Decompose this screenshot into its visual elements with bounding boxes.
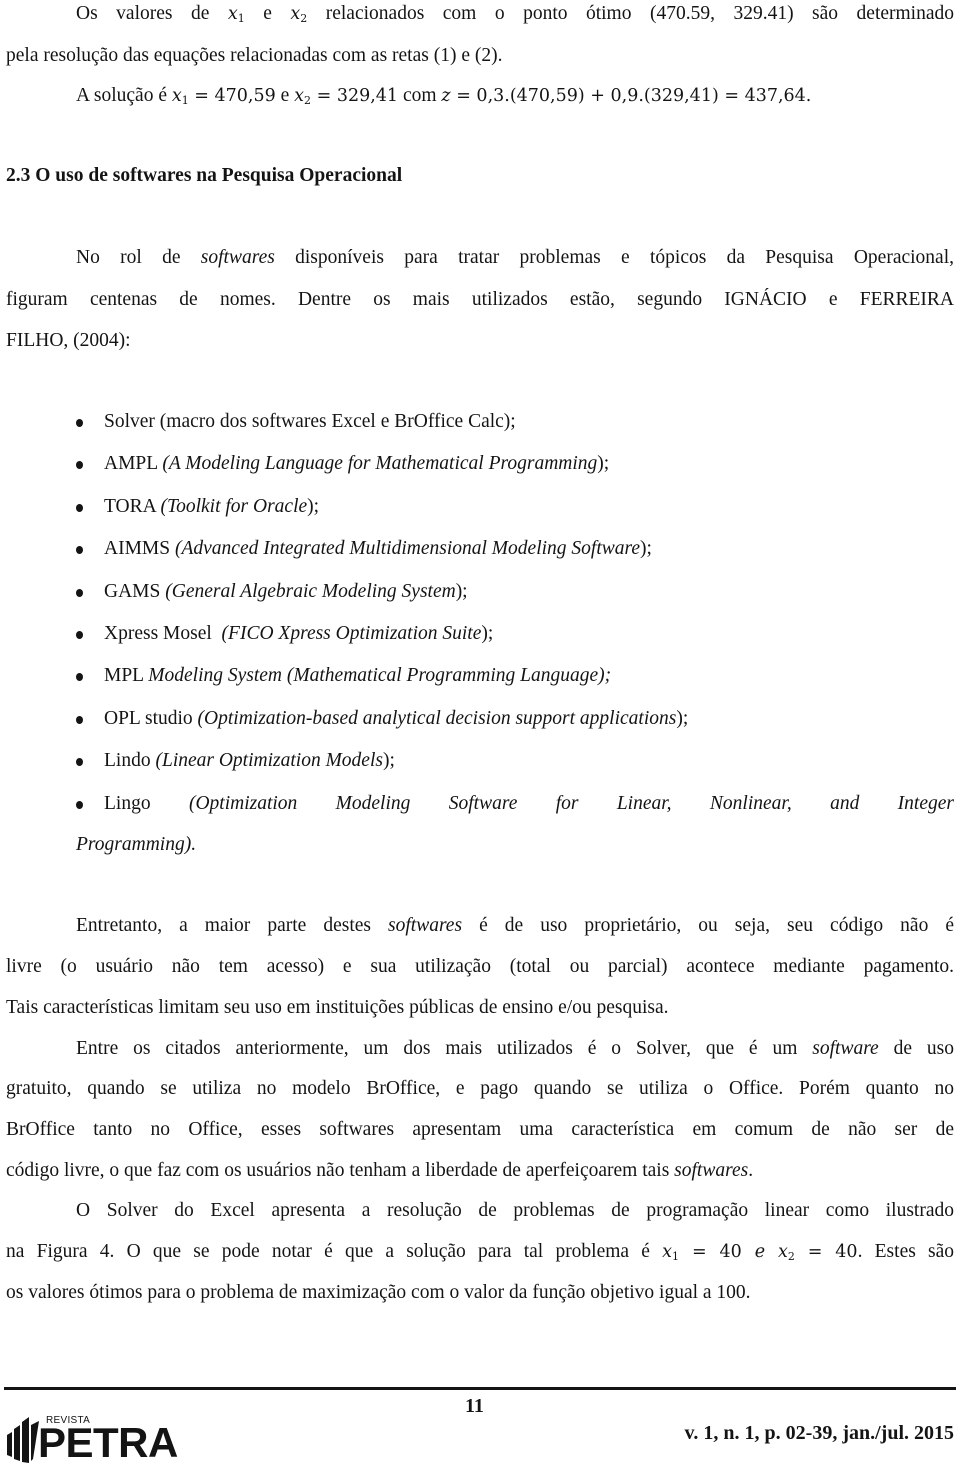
list-item-continuation: Programming). [76,834,197,855]
paragraph-4-line-3: BrOffice tanto no Office, esses software… [6,1119,954,1140]
text-run: . Estes são [857,1241,954,1262]
italic-term: softwares [388,915,463,936]
math-x2-value: x2 = 329,41 [294,86,399,107]
list-item: Lingo (Optimization Modeling Software fo… [76,792,954,834]
intro-paragraph-line-1: Os valores de x1 e x2 relacionados com o… [76,2,954,26]
logo-title: PETRA [38,1419,178,1466]
text-run: é de uso proprietário, ou seja, seu códi… [462,915,954,936]
list-item: Solver (macro dos softwares Excel e BrOf… [76,410,954,452]
math-x1: x1 [227,4,245,25]
list-item: Xpress Mosel (FICO Xpress Optimization S… [76,622,954,664]
list-item: AMPL (A Modeling Language for Mathematic… [76,452,954,494]
list-item: MPL Modeling System (Mathematical Progra… [76,664,954,706]
journal-logo: REVISTA PETRA [6,1413,196,1465]
intro-paragraph-line-2: pela resolução das equações relacionadas… [6,45,503,66]
list-item: TORA (Toolkit for Oracle); [76,495,954,537]
footer-divider [4,1387,956,1390]
math-solution-figure4: x1 = 40 e x2 = 40 [662,1242,858,1263]
paragraph-3-line-2: livre (o usuário não tem acesso) e sua u… [6,956,954,977]
math-solution: x1 = 470,59 [171,86,276,107]
section-intro-line-3: FILHO, (2004): [6,330,131,351]
paragraph-4-line-1: Entre os citados anteriormente, um dos m… [76,1037,954,1061]
text-run: disponíveis para tratar problemas e tópi… [274,247,954,268]
text-run: com [398,85,442,106]
section-heading: 2.3 O uso de softwares na Pesquisa Opera… [6,165,403,186]
paragraph-5-line-2: na Figura 4. O que se pode notar é que a… [6,1240,954,1264]
text-run: e [244,3,291,24]
paragraph-5-line-1: O Solver do Excel apresenta a resolução … [76,1200,954,1221]
document-page: Os valores de x1 e x2 relacionados com o… [0,0,960,1470]
text-run: No rol de [76,247,201,268]
paragraph-5-line-3: os valores ótimos para o problema de max… [6,1282,751,1303]
math-objective: z = 0,3.(470,59) + 0,9.(329,41) = 437,64… [441,86,812,106]
italic-term: softwares [674,1160,749,1181]
section-intro-line-2: figuram centenas de nomes. Dentre os mai… [6,289,954,310]
logo-mark-icon [7,1417,39,1463]
solution-line: A solução é x1 = 470,59 e x2 = 329,41 co… [76,84,954,113]
paragraph-3-line-3: Tais características limitam seu uso em … [6,997,669,1018]
text-run: . [748,1160,754,1181]
page-number: 11 [465,1395,484,1417]
section-intro-line-1: No rol de softwares disponíveis para tra… [76,246,954,270]
list-item: Lindo (Linear Optimization Models); [76,749,954,791]
italic-term: softwares [200,247,275,268]
text-run: Entre os citados anteriormente, um dos m… [76,1038,813,1059]
italic-term: software [812,1038,879,1059]
software-list: Solver (macro dos softwares Excel e BrOf… [76,410,954,834]
journal-citation: v. 1, n. 1, p. 02-39, jan./jul. 2015 [684,1422,954,1444]
text-run: Os valores de [76,3,228,24]
text-run: A solução é [76,85,172,106]
math-x2: x2 [290,4,308,25]
paragraph-4-line-4: código livre, o que faz com os usuários … [6,1159,954,1183]
paragraph-4-line-2: gratuito, quando se utiliza no modelo Br… [6,1078,954,1099]
text-run: de uso [878,1038,954,1059]
list-item: AIMMS (Advanced Integrated Multidimensio… [76,537,954,579]
text-run: e [275,85,295,106]
text-run: relacionados com o ponto ótimo (470.59, … [307,3,954,24]
text-run: Entretanto, a maior parte destes [76,915,389,936]
paragraph-3-line-1: Entretanto, a maior parte destes softwar… [76,914,954,938]
list-item: OPL studio (Optimization-based analytica… [76,707,954,749]
text-run: na Figura 4. O que se pode notar é que a… [6,1241,663,1262]
text-run: código livre, o que faz com os usuários … [6,1160,675,1181]
list-item: GAMS (General Algebraic Modeling System)… [76,580,954,622]
